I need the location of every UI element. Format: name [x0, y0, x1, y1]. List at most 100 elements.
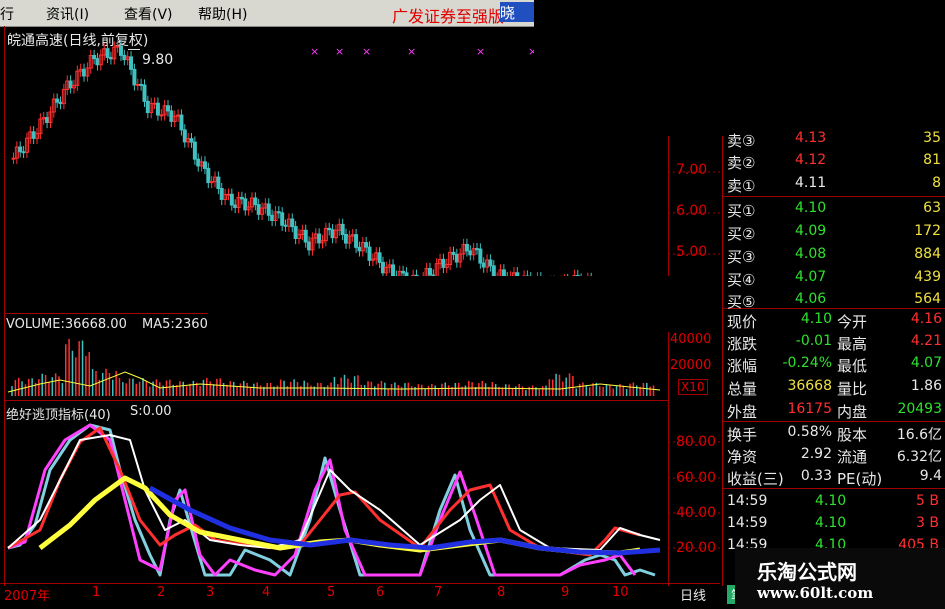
indicator-cyan-line [7, 423, 656, 577]
candle-body [464, 243, 469, 252]
candle-body [340, 223, 345, 235]
stat-value: 36668 [787, 378, 832, 394]
candle-body [92, 54, 97, 60]
orderbook-label: 买④ [727, 271, 756, 289]
orderbook-volume: 564 [914, 291, 941, 307]
candle-body [152, 102, 157, 105]
candle-body [122, 54, 127, 61]
candle-body [226, 193, 231, 196]
candle-body [58, 101, 63, 105]
candle-body [18, 146, 23, 153]
stat-label: 最高 [837, 335, 868, 353]
candle-body [307, 241, 312, 251]
stat-label: 换手 [727, 426, 758, 444]
candle-body [280, 212, 285, 226]
stat-label: 现价 [727, 313, 758, 331]
candle-body [11, 157, 16, 160]
candle-body [182, 129, 187, 143]
indicator-magenta-line [7, 423, 637, 577]
stat-label: 内盘 [837, 403, 868, 421]
candle-body [317, 233, 322, 244]
candle-body [468, 250, 473, 256]
candle-body [276, 211, 281, 214]
stat-value: 1.86 [910, 378, 942, 394]
candle-body [105, 48, 110, 58]
stat-value: 4.16 [910, 311, 942, 327]
quote-panel-left-border [722, 136, 723, 586]
orderbook-volume: 63 [923, 200, 941, 216]
candle-body [454, 253, 459, 263]
candle-body [209, 181, 214, 184]
candle-body [196, 158, 201, 167]
stat-label: 涨幅 [727, 357, 758, 375]
watermark-logo: 乐淘公式网 www.60lt.com [735, 548, 945, 609]
candle-body [202, 161, 207, 169]
orderbook-price: 4.07 [795, 269, 827, 285]
watermark-url: www.60lt.com [757, 584, 874, 602]
stat-label: 股本 [837, 426, 868, 444]
orderbook-label: 买③ [727, 248, 756, 266]
stat-value: 20493 [897, 401, 942, 417]
candle-body [253, 197, 258, 206]
orderbook-label: 买⑤ [727, 293, 756, 311]
orderbook-label: 买① [727, 202, 756, 220]
signal-x-mark: × [476, 45, 485, 58]
stat-label: 今开 [837, 313, 868, 331]
candle-body [169, 110, 174, 122]
candle-body [266, 203, 271, 216]
orderbook-volume: 8 [932, 175, 941, 191]
stat-value: -0.24% [782, 355, 832, 371]
stat-label: 量比 [837, 380, 868, 398]
candle-body [45, 117, 50, 123]
stat-label: PE(动) [837, 470, 883, 488]
candle-body [364, 242, 369, 248]
candle-body [475, 248, 479, 251]
orderbook-divider [722, 196, 945, 197]
stat-value: 4.07 [910, 355, 942, 371]
candle-body [441, 258, 446, 268]
stat-label: 外盘 [727, 403, 758, 421]
candle-body [330, 229, 335, 239]
candle-body [401, 270, 406, 274]
orderbook-price: 4.10 [795, 200, 827, 216]
candle-body [270, 214, 275, 221]
stat-label: 净资 [727, 448, 758, 466]
occluding-block-middle [208, 276, 723, 332]
orderbook-label: 卖① [727, 177, 756, 195]
orderbook-volume: 884 [914, 246, 941, 262]
candle-body [189, 138, 194, 143]
stat-value: 0.33 [800, 468, 832, 484]
stat-value: 16175 [787, 401, 832, 417]
tick-volume: 5 B [916, 493, 939, 509]
orderbook-label: 卖② [727, 154, 756, 172]
candle-body [31, 131, 36, 139]
stat-value: 6.32亿 [896, 449, 942, 465]
tick-time: 14:59 [727, 493, 768, 509]
candle-body [139, 83, 144, 86]
candle-body [206, 167, 211, 184]
stat-label: 最低 [837, 357, 868, 375]
stat-label: 涨跌 [727, 335, 758, 353]
orderbook-price: 4.08 [795, 246, 827, 262]
tick-volume: 3 B [916, 515, 939, 531]
candle-body [391, 264, 396, 277]
candle-body [380, 261, 385, 274]
occluding-block-top-right [534, 0, 945, 136]
candle-body [303, 229, 308, 243]
tick-price: 4.10 [815, 515, 847, 531]
candle-body [68, 80, 73, 89]
orderbook-price: 4.12 [795, 152, 827, 168]
stat-value: 2.92 [800, 446, 832, 462]
signal-x-mark: × [407, 45, 416, 58]
candle-body [129, 56, 134, 70]
signal-x-mark: × [335, 45, 344, 58]
candle-body [219, 188, 224, 200]
candle-body [481, 262, 486, 268]
stat-label: 总量 [727, 380, 758, 398]
signal-x-mark: × [310, 45, 319, 58]
candle-body [239, 196, 244, 200]
candle-body [82, 68, 87, 77]
stat-value: 4.10 [800, 311, 832, 327]
candle-body [118, 45, 123, 56]
watermark-title: 乐淘公式网 [757, 560, 857, 584]
